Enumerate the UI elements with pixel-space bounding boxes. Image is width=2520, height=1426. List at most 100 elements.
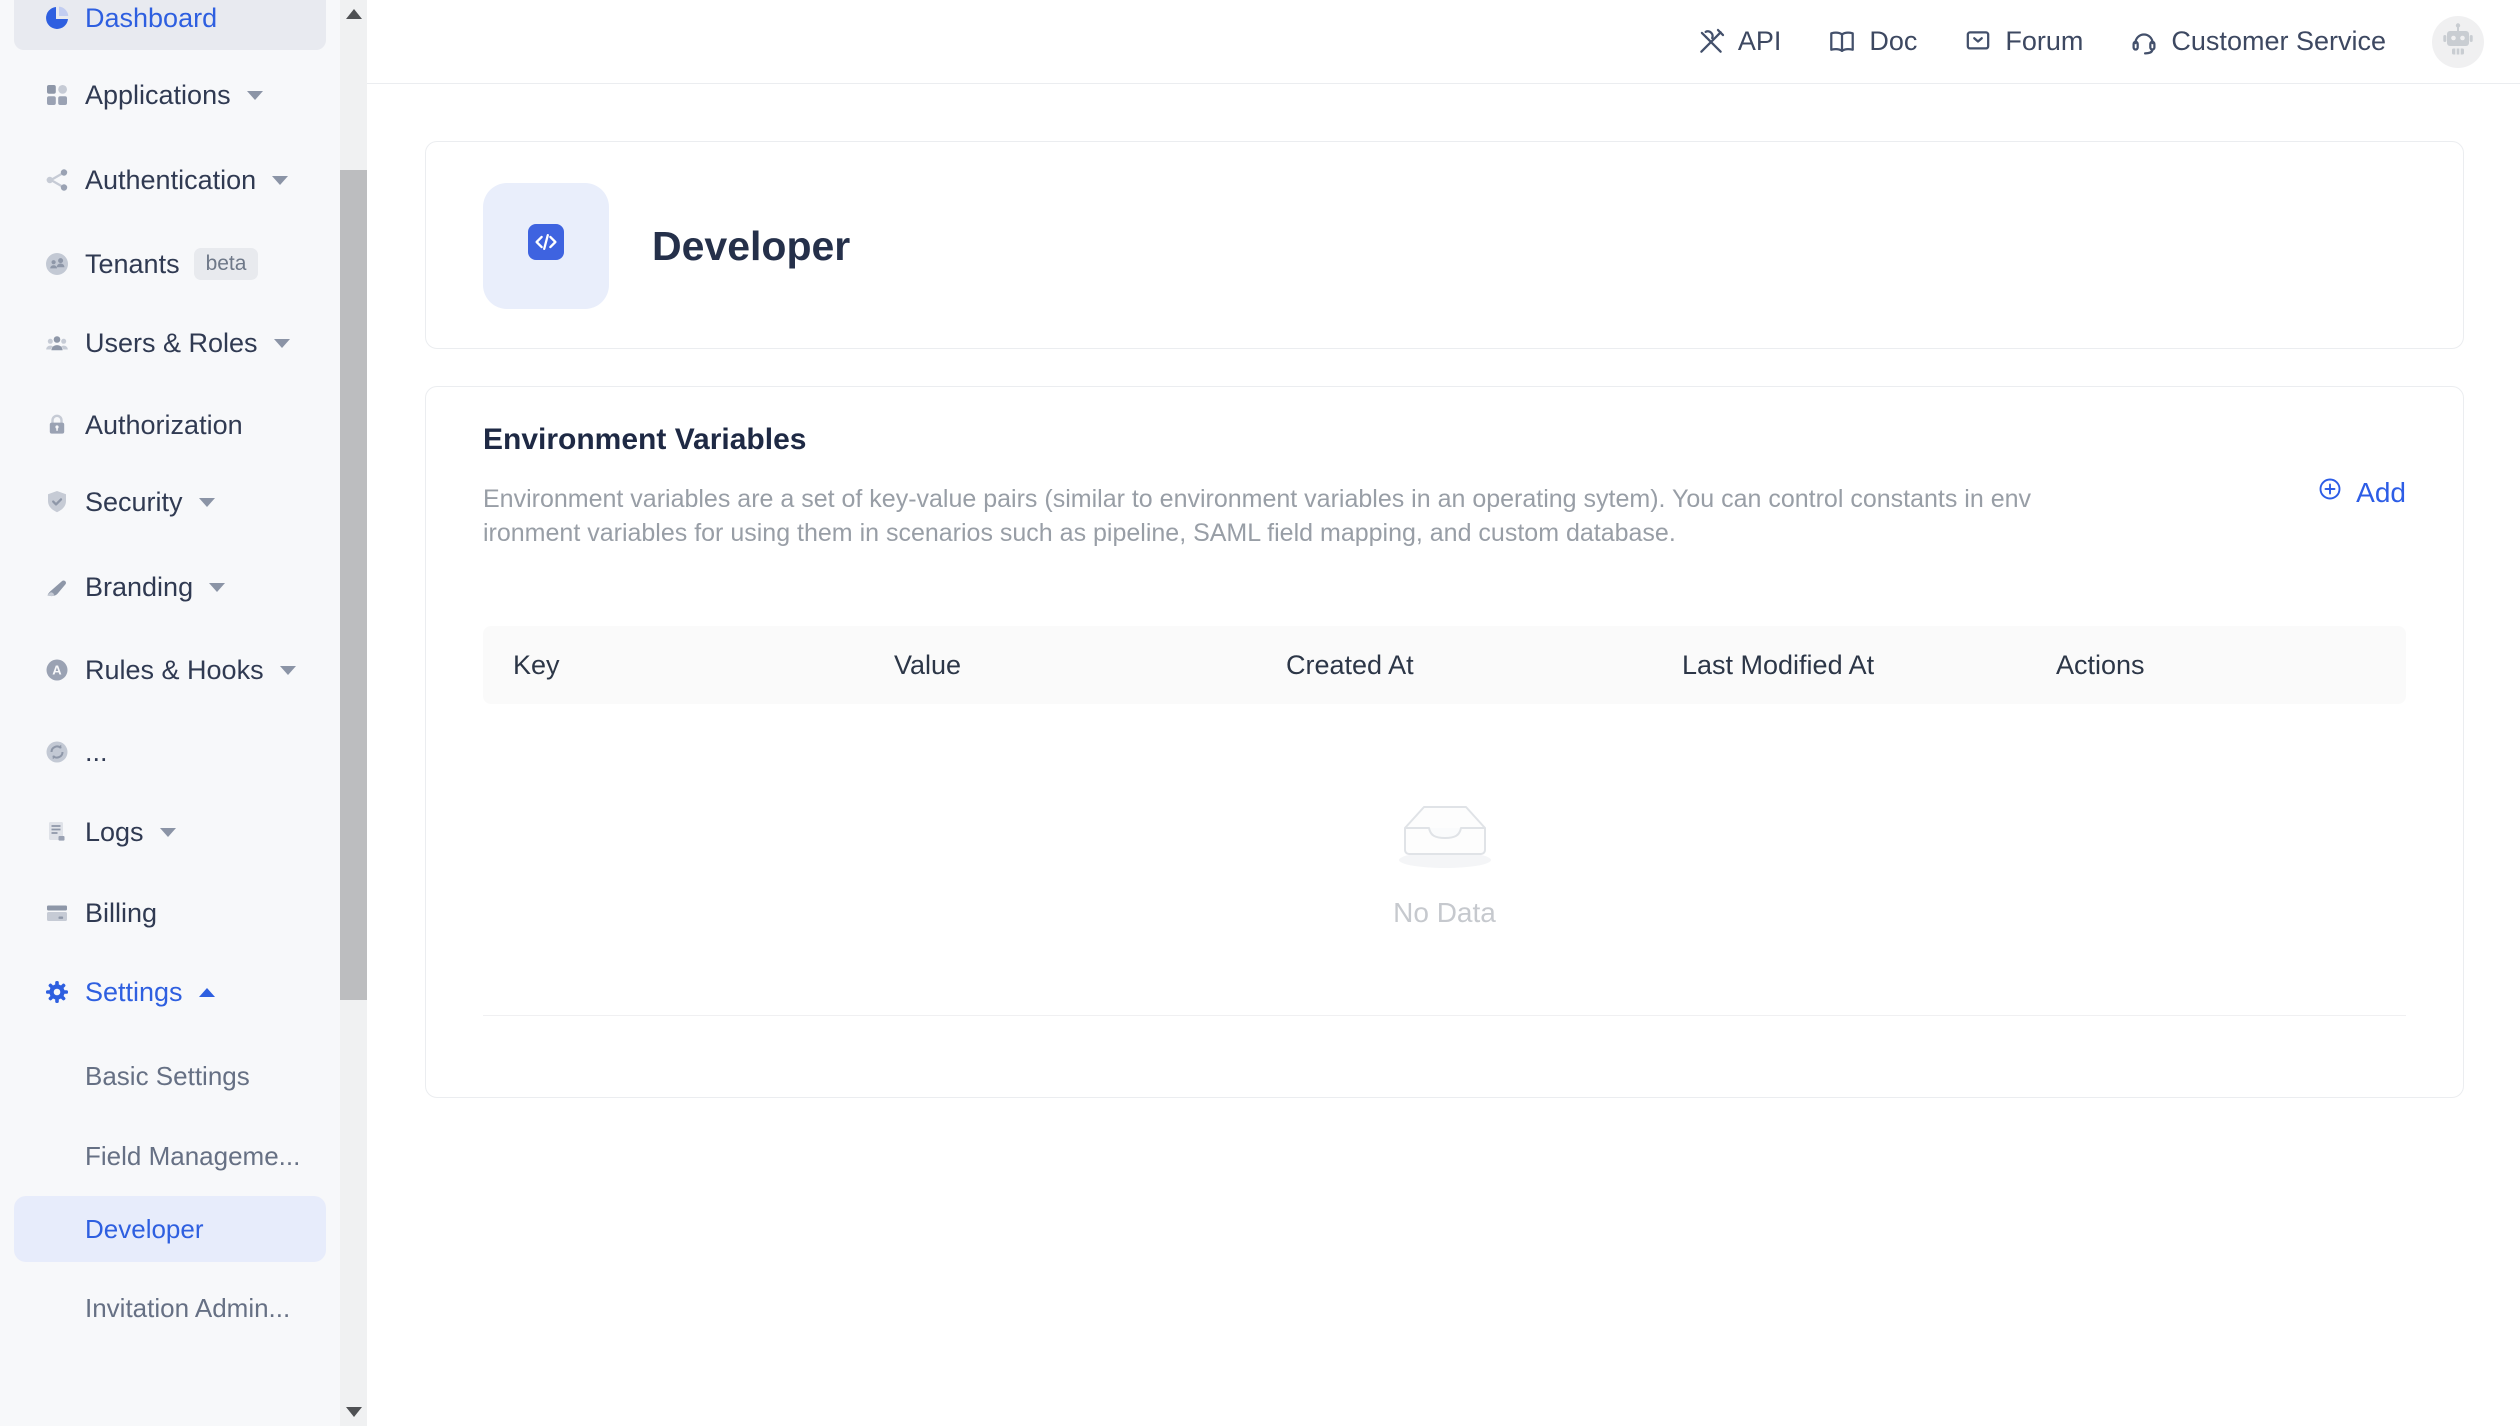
sidebar-item-label: Authentication [85,165,256,196]
scroll-down-arrow-icon[interactable] [340,1398,367,1426]
sidebar-item-applications[interactable]: Applications [14,63,326,127]
sidebar: Dashboard Applications Authentication Te… [0,0,340,1426]
sidebar-item-label: Billing [85,898,157,929]
sidebar-subitem-label: Invitation Admin... [85,1293,290,1324]
sidebar-item-label: Dashboard [85,3,217,34]
section-description-line2: ironment variables for using them in sce… [483,516,2153,550]
app-root: Dashboard Applications Authentication Te… [0,0,2520,1426]
sidebar-subitem-label: Developer [85,1214,204,1245]
scrollbar-thumb[interactable] [340,170,367,1000]
forum-link[interactable]: Forum [1963,26,2083,57]
sidebar-item-rules-hooks[interactable]: A Rules & Hooks [14,638,326,702]
chevron-down-icon [272,176,288,185]
chevron-down-icon [199,498,215,507]
chevron-down-icon [280,666,296,675]
sidebar-subitem-label: Basic Settings [85,1061,250,1092]
tools-icon [1696,27,1726,57]
logs-icon [44,819,70,845]
section-description-line1: Environment variables are a set of key-v… [483,482,2153,516]
sidebar-item-label: Security [85,487,183,518]
chevron-down-icon [209,583,225,592]
sidebar-item-label: Logs [85,817,144,848]
column-header-created-at: Created At [1286,650,1682,681]
column-header-last-modified-at: Last Modified At [1682,650,2056,681]
sidebar-subitem-field-management[interactable]: Field Manageme... [14,1123,326,1189]
section-description: Environment variables are a set of key-v… [483,482,2153,550]
scroll-up-arrow-icon[interactable] [340,0,367,28]
sidebar-item-label: Branding [85,572,193,603]
environment-variables-card: Environment Variables Environment variab… [425,386,2464,1098]
shield-check-icon [44,489,70,515]
paint-brush-icon [44,574,70,600]
sidebar-scrollbar[interactable] [340,0,367,1426]
beta-badge: beta [194,248,259,280]
add-button[interactable]: Add [2316,475,2406,510]
sidebar-item-users-roles[interactable]: Users & Roles [14,311,326,375]
share-icon [44,167,70,193]
sidebar-item-label: Authorization [85,410,243,441]
sidebar-item-label: Rules & Hooks [85,655,264,686]
headset-icon [2129,27,2159,57]
section-title: Environment Variables [483,423,806,457]
sidebar-item-authentication[interactable]: Authentication [14,148,326,212]
credit-card-icon [44,900,70,926]
chat-icon [1963,27,1993,57]
doc-label: Doc [1869,26,1917,57]
empty-box-icon [1385,790,1505,879]
robot-icon [2432,13,2484,70]
top-bar: API Doc Forum Customer Service [367,0,2520,84]
column-header-value: Value [894,650,1286,681]
sync-icon [44,739,70,765]
user-avatar[interactable] [2432,16,2484,68]
customer-service-link[interactable]: Customer Service [2129,26,2386,57]
sidebar-item-label: Applications [85,80,231,111]
developer-icon-tile [483,183,609,309]
sidebar-item-branding[interactable]: Branding [14,555,326,619]
team-icon [44,330,70,356]
column-header-actions: Actions [2056,650,2406,681]
circle-a-icon: A [44,657,70,683]
sidebar-item-tenants[interactable]: Tenants beta [14,232,326,296]
appstore-icon [44,82,70,108]
sidebar-item-label: Users & Roles [85,328,258,359]
sidebar-subitem-developer[interactable]: Developer [14,1196,326,1262]
sidebar-item-authorization[interactable]: Authorization [14,393,326,457]
plus-circle-icon [2316,475,2344,510]
sidebar-item-more[interactable]: ... [14,720,326,784]
sidebar-item-label: Settings [85,977,183,1008]
sidebar-item-settings[interactable]: Settings [14,960,326,1024]
table-header-row: Key Value Created At Last Modified At Ac… [483,626,2406,704]
chevron-down-icon [274,339,290,348]
sidebar-item-label: ... [85,737,108,768]
main-content: Developer Environment Variables Environm… [367,84,2520,1426]
table-bottom-divider [483,1015,2406,1016]
api-label: API [1738,26,1782,57]
empty-state-label: No Data [1393,897,1496,929]
customer-service-label: Customer Service [2171,26,2386,57]
empty-state: No Data [483,704,2406,1015]
page-title-card: Developer [425,141,2464,349]
book-icon [1827,27,1857,57]
sidebar-item-dashboard[interactable]: Dashboard [14,0,326,50]
sidebar-item-label: Tenants [85,249,180,280]
pie-chart-icon [44,5,70,31]
add-button-label: Add [2356,477,2406,509]
sidebar-subitem-basic-settings[interactable]: Basic Settings [14,1043,326,1109]
chevron-down-icon [160,828,176,837]
chevron-down-icon [247,91,263,100]
sidebar-item-security[interactable]: Security [14,470,326,534]
sidebar-subitem-invitation-admin[interactable]: Invitation Admin... [14,1275,326,1341]
page-title: Developer [652,142,850,350]
sidebar-item-logs[interactable]: Logs [14,800,326,864]
sidebar-item-billing[interactable]: Billing [14,881,326,945]
chevron-up-icon [199,988,215,997]
tenant-icon [44,251,70,277]
code-icon [528,224,564,260]
api-link[interactable]: API [1696,26,1782,57]
lock-icon [44,412,70,438]
gear-icon [44,979,70,1005]
svg-text:A: A [52,663,62,678]
sidebar-subitem-label: Field Manageme... [85,1141,300,1172]
doc-link[interactable]: Doc [1827,26,1917,57]
column-header-key: Key [483,650,894,681]
